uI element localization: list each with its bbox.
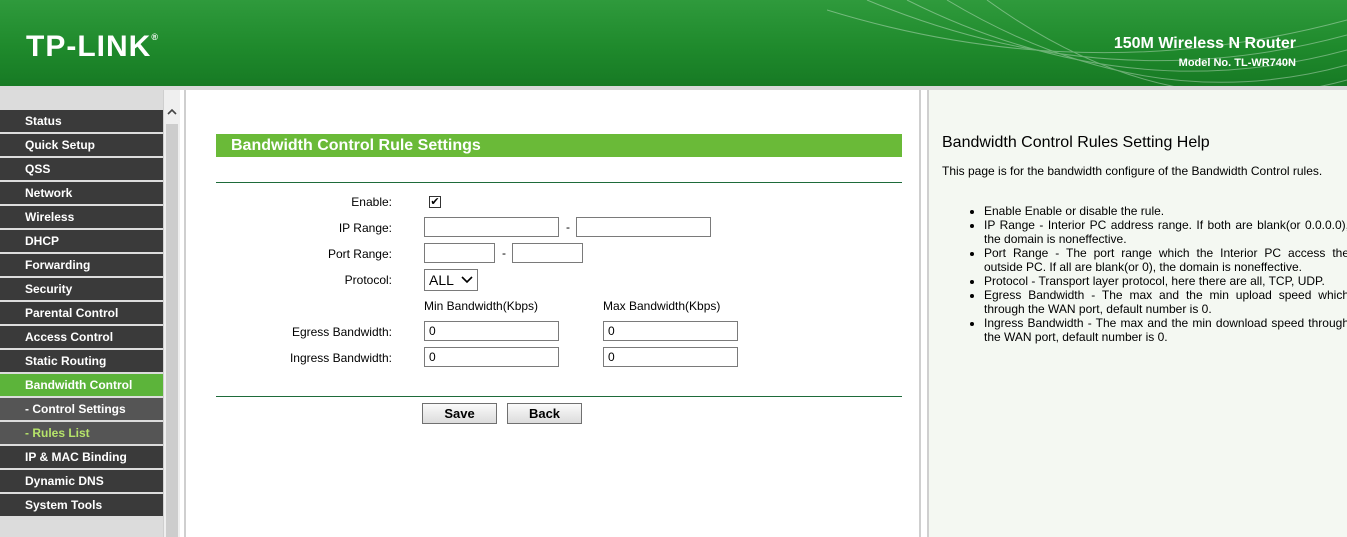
ip-range-separator: - [566,220,570,234]
sidebar-subitem-rules-list[interactable]: - Rules List [0,422,163,444]
page-title: Bandwidth Control Rule Settings [216,134,902,157]
enable-label: Enable: [351,195,392,209]
scrollbar-thumb[interactable] [166,124,178,537]
protocol-label: Protocol: [344,273,392,287]
sidebar-item-dynamic-dns[interactable]: Dynamic DNS [0,470,163,492]
save-button[interactable]: Save [422,403,497,424]
ingress-max-field[interactable] [603,347,738,367]
sidebar-item-network[interactable]: Network [0,182,163,204]
help-intro: This page is for the bandwidth configure… [942,164,1323,178]
registered-mark: ® [151,32,159,42]
ip-range-label: IP Range: [338,221,392,235]
sidebar-menu: Status Quick Setup QSS Network Wireless … [0,110,163,518]
max-bandwidth-header: Max Bandwidth(Kbps) [603,299,721,313]
ingress-bandwidth-label: Ingress Bandwidth: [289,351,392,365]
model-number: Model No. TL-WR740N [1178,57,1296,69]
sidebar-item-status[interactable]: Status [0,110,163,132]
tp-link-logo: TP-LINK® [26,30,159,64]
protocol-select[interactable]: ALL [424,269,478,291]
back-button[interactable]: Back [507,403,582,424]
main-panel: Bandwidth Control Rule Settings Enable: … [184,90,921,537]
sidebar-item-access-control[interactable]: Access Control [0,326,163,348]
help-panel: Bandwidth Control Rules Setting Help Thi… [927,90,1347,537]
sidebar-subitem-control-settings[interactable]: - Control Settings [0,398,163,420]
bottom-divider [216,396,902,397]
help-item-egress: Egress Bandwidth - The max and the min u… [984,288,1347,316]
port-end-field[interactable] [512,243,583,263]
help-item-ingress: Ingress Bandwidth - The max and the min … [984,316,1347,344]
help-item-ip-range: IP Range - Interior PC address range. If… [984,218,1347,246]
help-title: Bandwidth Control Rules Setting Help [942,134,1210,151]
sidebar-item-parental-control[interactable]: Parental Control [0,302,163,324]
sidebar-item-static-routing[interactable]: Static Routing [0,350,163,372]
sidebar-item-forwarding[interactable]: Forwarding [0,254,163,276]
sidebar-item-bandwidth-control[interactable]: Bandwidth Control [0,374,163,396]
port-start-field[interactable] [424,243,495,263]
help-item-protocol: Protocol - Transport layer protocol, her… [984,274,1347,288]
protocol-selected-value: ALL [429,272,454,288]
help-list: Enable Enable or disable the rule. IP Ra… [969,204,1347,344]
sidebar-scrollbar[interactable] [163,90,180,537]
ip-end-field[interactable] [576,217,711,237]
sidebar-item-qss[interactable]: QSS [0,158,163,180]
sidebar-item-wireless[interactable]: Wireless [0,206,163,228]
header: TP-LINK® 150M Wireless N Router Model No… [0,0,1347,86]
egress-max-field[interactable] [603,321,738,341]
sidebar-item-security[interactable]: Security [0,278,163,300]
checkmark-icon: ✔ [430,196,440,208]
chevron-up-icon[interactable] [165,106,179,120]
sidebar: Status Quick Setup QSS Network Wireless … [0,90,163,537]
port-range-label: Port Range: [327,247,392,261]
port-range-separator: - [502,246,506,260]
sidebar-item-quick-setup[interactable]: Quick Setup [0,134,163,156]
top-divider [216,182,902,183]
sidebar-item-ip-mac-binding[interactable]: IP & MAC Binding [0,446,163,468]
sidebar-item-system-tools[interactable]: System Tools [0,494,163,516]
enable-checkbox[interactable]: ✔ [429,196,441,208]
ingress-min-field[interactable] [424,347,559,367]
logo-text: TP-LINK [26,30,152,63]
help-item-port-range: Port Range - The port range which the In… [984,246,1347,274]
product-name: 150M Wireless N Router [1113,35,1296,52]
egress-bandwidth-label: Egress Bandwidth: [291,325,392,339]
min-bandwidth-header: Min Bandwidth(Kbps) [424,299,539,313]
ip-start-field[interactable] [424,217,559,237]
help-item-enable: Enable Enable or disable the rule. [984,204,1347,218]
egress-min-field[interactable] [424,321,559,341]
sidebar-item-dhcp[interactable]: DHCP [0,230,163,252]
chevron-down-icon [461,276,473,284]
